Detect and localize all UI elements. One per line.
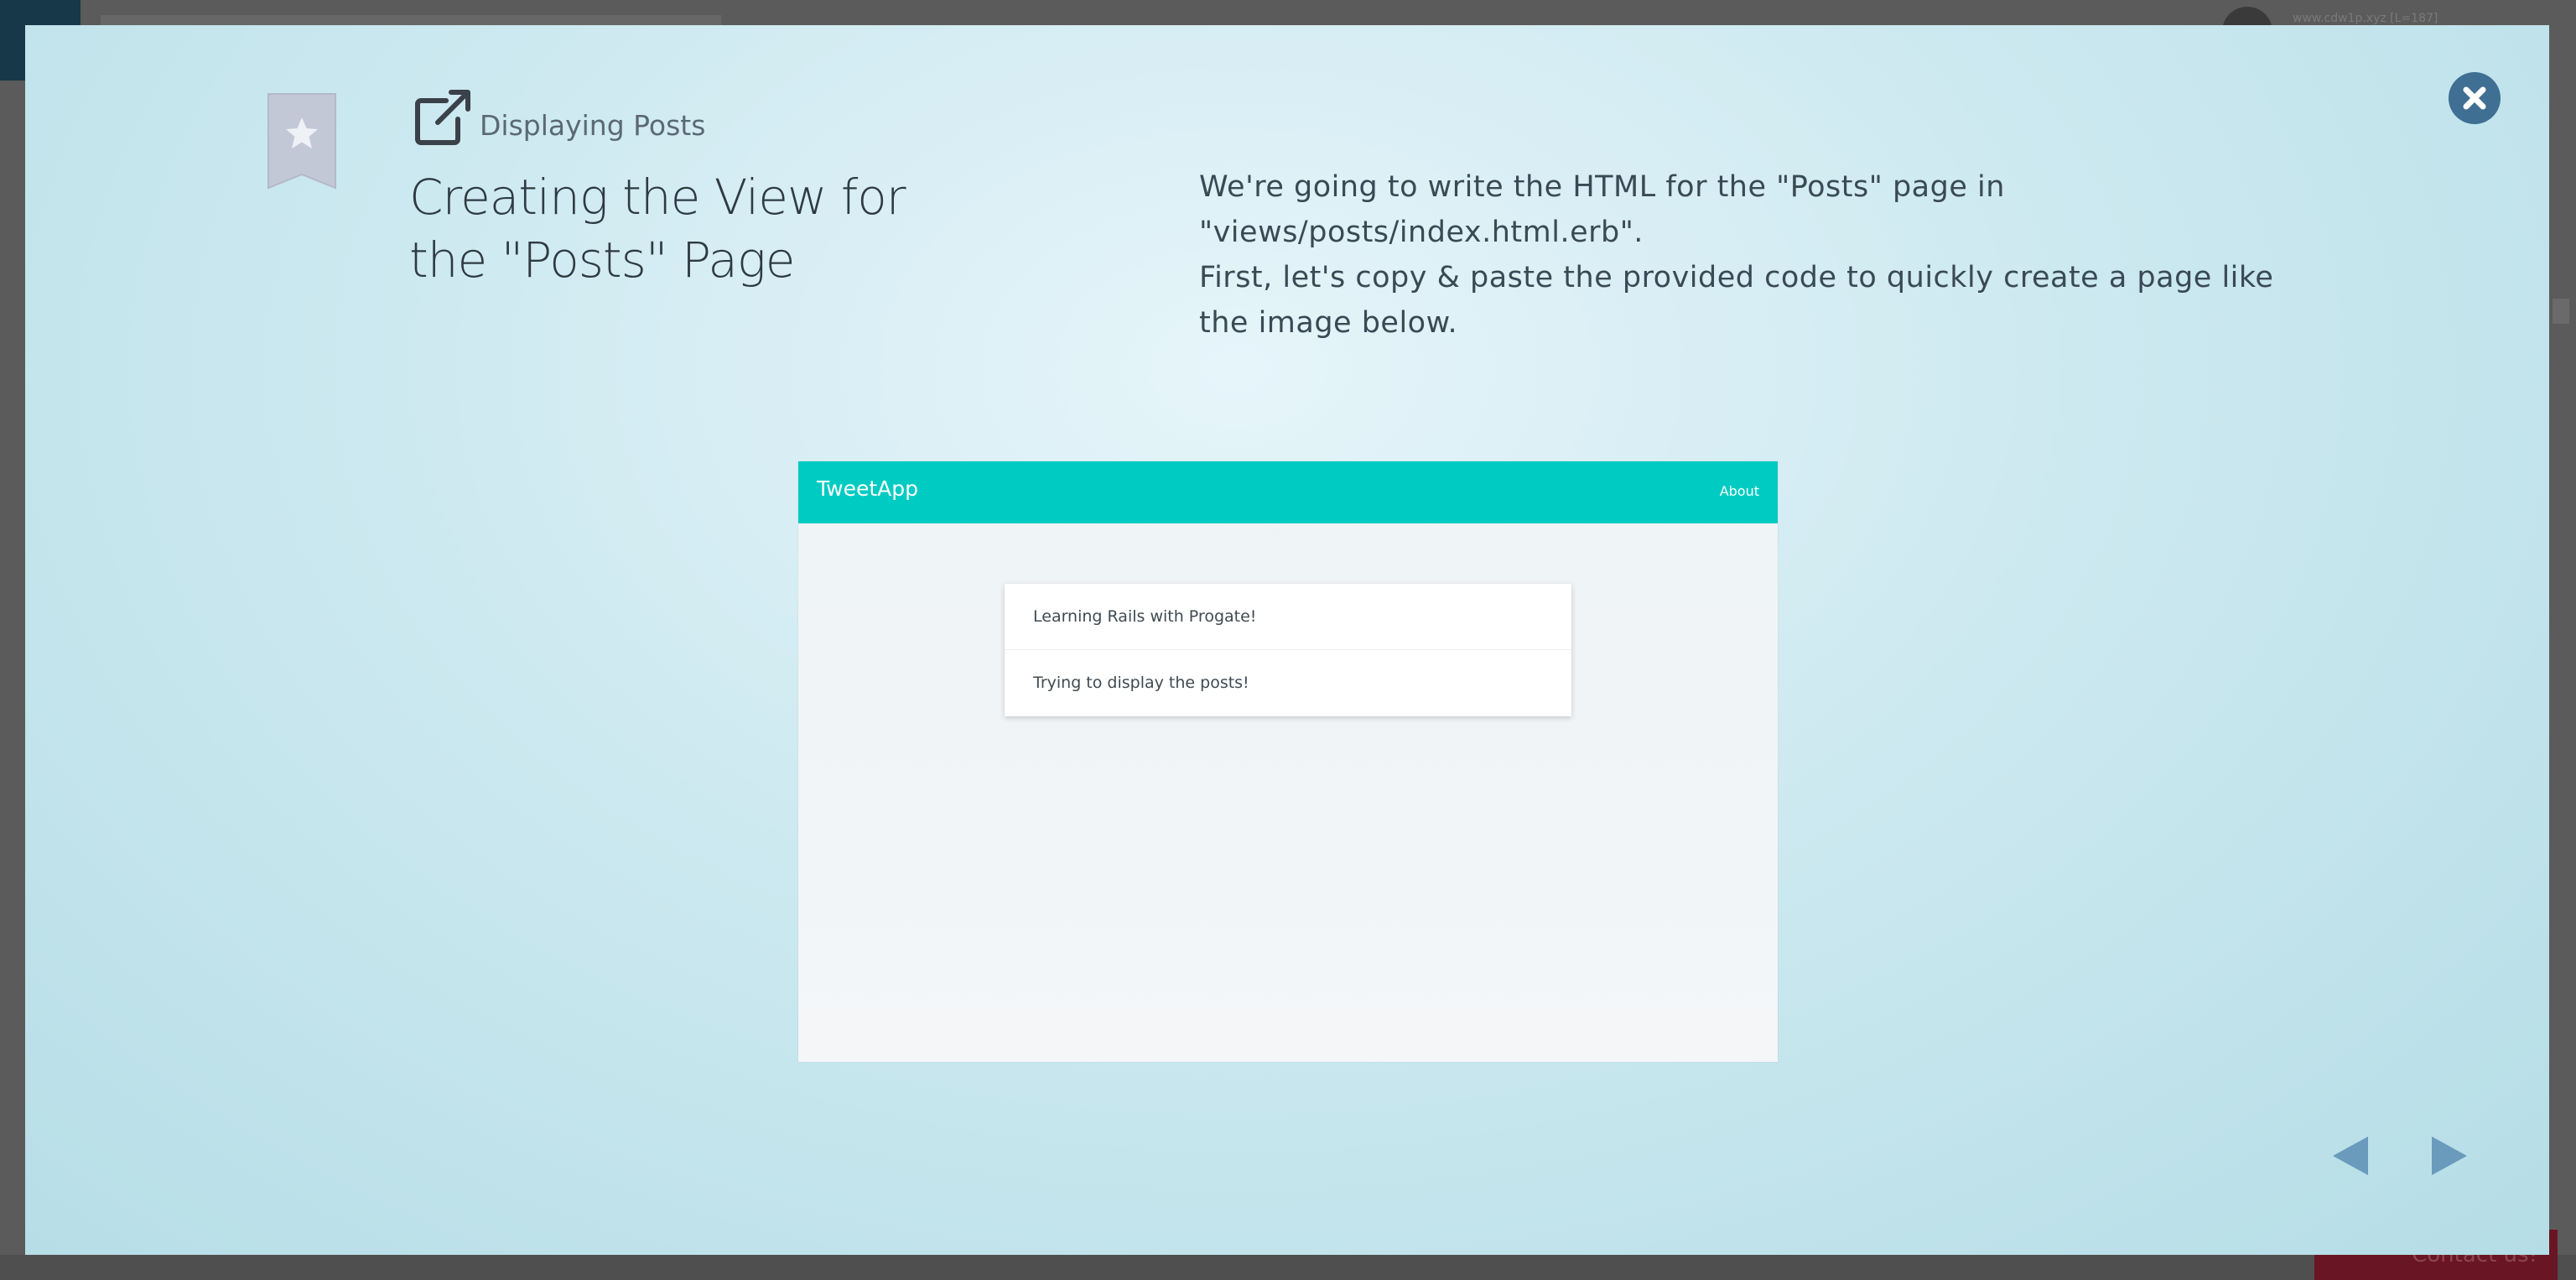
example-post-list: Learning Rails with Progate! Trying to d… <box>1005 584 1571 716</box>
close-icon <box>2463 86 2486 110</box>
bookmark-button[interactable] <box>267 92 337 190</box>
external-link-icon <box>413 89 471 146</box>
chapter-label: Displaying Posts <box>480 109 706 142</box>
arrow-right-icon <box>2432 1137 2467 1175</box>
description-paragraph: First, let's copy & paste the provided c… <box>1199 261 2274 340</box>
slide-title: Creating the View for the "Posts" Page <box>409 169 906 289</box>
close-button[interactable] <box>2449 72 2501 124</box>
slide-description: We're going to write the HTML for the "P… <box>1199 164 2289 346</box>
list-item: Trying to display the posts! <box>1033 674 1249 692</box>
arrow-left-icon <box>2333 1137 2368 1175</box>
previous-slide-button[interactable] <box>2329 1134 2371 1178</box>
bookmark-star-icon <box>267 93 336 190</box>
description-paragraph: We're going to write the HTML for the "P… <box>1199 170 2005 249</box>
user-label: www.cdw1p.xyz [L=187] <box>2293 12 2438 25</box>
example-nav-about: About <box>1719 483 1759 499</box>
scrollbar-thumb <box>2553 299 2569 324</box>
background-bottom-bar <box>0 1255 2576 1280</box>
example-header: TweetApp About <box>798 461 1778 523</box>
next-slide-button[interactable] <box>2428 1134 2470 1178</box>
list-item: Learning Rails with Progate! <box>1005 584 1571 650</box>
slide-modal: Displaying Posts Creating the View for t… <box>25 25 2549 1255</box>
example-screenshot: TweetApp About Learning Rails with Proga… <box>798 461 1778 1062</box>
example-logo: TweetApp <box>817 476 918 501</box>
